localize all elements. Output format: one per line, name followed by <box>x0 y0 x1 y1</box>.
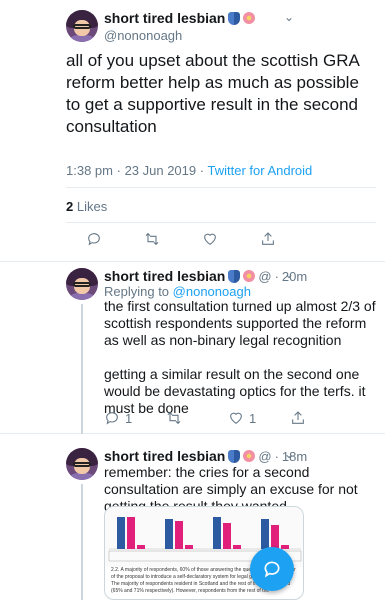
tweet-date: 23 Jun 2019 <box>124 163 197 178</box>
like-count: 1 <box>249 410 257 426</box>
main-tweet: short tired lesbian @nononoagh ⌄ all of … <box>0 0 385 262</box>
replying-prefix: Replying to <box>104 284 170 299</box>
reply-count: 1 <box>125 410 133 426</box>
divider <box>66 222 376 223</box>
retweet-icon <box>167 411 181 425</box>
reply-header: short tired lesbian @ · 18m <box>104 448 308 464</box>
shield-emoji-icon <box>228 11 241 25</box>
likes-number: 2 <box>66 199 74 214</box>
heart-icon <box>204 233 216 245</box>
tweet-actions <box>86 231 276 247</box>
chevron-down-icon[interactable]: ⌄ <box>284 267 294 281</box>
display-name[interactable]: short tired lesbian <box>104 10 256 26</box>
replying-to: Replying to @nononoagh <box>104 284 251 299</box>
flower-emoji-icon <box>243 450 256 462</box>
reply-button[interactable]: 1 <box>104 410 166 426</box>
replying-handle-link[interactable]: @nononoagh <box>173 284 251 299</box>
thread-line <box>81 484 83 600</box>
shield-emoji-icon <box>228 269 241 283</box>
like-button[interactable]: 1 <box>228 410 290 426</box>
tweet-text: all of you upset about the scottish GRA … <box>66 51 359 136</box>
retweet-button[interactable] <box>144 231 202 247</box>
retweet-button[interactable] <box>166 410 228 426</box>
flower-emoji-icon <box>243 12 256 24</box>
reply-tweet[interactable]: short tired lesbian @ · 20m ⌄ Replying t… <box>0 262 385 434</box>
tweet-meta: 1:38 pm · 23 Jun 2019 · Twitter for Andr… <box>66 163 313 178</box>
thread-line <box>81 304 83 434</box>
user-avatar[interactable] <box>66 268 98 300</box>
compose-reply-button[interactable] <box>250 547 294 591</box>
user-avatar[interactable] <box>66 10 98 42</box>
tweet-source-link[interactable]: Twitter for Android <box>207 163 312 178</box>
speech-bubble-icon <box>264 561 280 578</box>
share-button[interactable] <box>290 410 306 426</box>
chevron-down-icon[interactable]: ⌄ <box>284 447 294 461</box>
tweet-time: 1:38 pm <box>66 163 113 178</box>
display-name[interactable]: short tired lesbian <box>104 268 225 284</box>
likes-count[interactable]: 2 Likes <box>66 199 107 214</box>
user-avatar[interactable] <box>66 448 98 480</box>
like-button[interactable] <box>202 231 260 247</box>
likes-label: Likes <box>76 199 108 214</box>
reply-button[interactable] <box>86 231 144 247</box>
display-name-text: short tired lesbian <box>104 10 226 26</box>
user-handle[interactable]: @ <box>258 449 271 464</box>
share-button[interactable] <box>260 231 276 247</box>
display-name[interactable]: short tired lesbian <box>104 448 225 464</box>
reply-icon <box>88 233 100 246</box>
share-icon <box>292 411 304 424</box>
flower-emoji-icon <box>243 270 256 282</box>
chevron-down-icon[interactable]: ⌄ <box>284 10 294 24</box>
reply-header: short tired lesbian @ · 20m <box>104 268 308 284</box>
reply-icon <box>106 412 118 425</box>
retweet-icon <box>145 232 159 246</box>
user-handle[interactable]: @ <box>258 269 271 284</box>
share-icon <box>262 232 274 245</box>
reply-actions: 1 1 <box>104 410 306 426</box>
heart-icon <box>230 412 242 424</box>
reply-text: the first consultation turned up almost … <box>104 298 376 416</box>
shield-emoji-icon <box>228 449 241 463</box>
divider <box>66 187 376 188</box>
user-handle[interactable]: @nononoagh <box>104 28 182 43</box>
